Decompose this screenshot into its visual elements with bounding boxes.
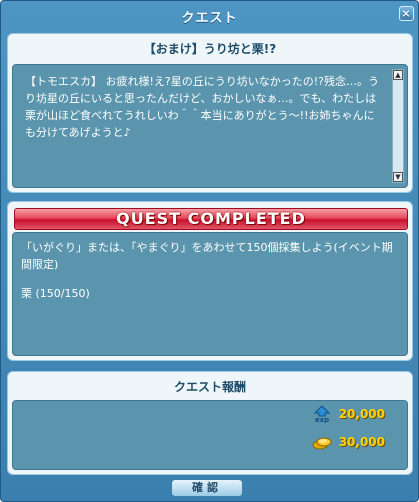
meso-reward-row: 30,000 <box>311 433 385 451</box>
dialog-scrollbar[interactable]: ▲ ▼ <box>392 69 404 183</box>
reward-header: クエスト報酬 <box>173 380 246 394</box>
quest-info-panel: 【おまけ】うり坊と栗!? 【トモエスカ】 お疲れ様!え?星の丘にうり坊いなかった… <box>7 33 413 193</box>
meso-reward-value: 30,000 <box>338 435 385 449</box>
quest-dialog-box: 【トモエスカ】 お疲れ様!え?星の丘にうり坊いなかったの!?残念…。うり坊星の丘… <box>12 64 408 188</box>
exp-reward-value: 20,000 <box>338 407 385 421</box>
reward-box: exp 20,000 30,000 <box>12 400 408 470</box>
scroll-down-icon[interactable]: ▼ <box>393 172 403 182</box>
quest-progress-count: 栗 (150/150) <box>21 287 90 300</box>
window-titlebar: クエスト × <box>1 1 418 31</box>
scroll-up-icon[interactable]: ▲ <box>393 70 403 80</box>
close-button[interactable]: × <box>399 6 414 21</box>
quest-progress-box: 「いがぐり」または、「やまぐり」をあわせて150個採集しよう(イベント期間限定)… <box>12 232 408 356</box>
quest-objective-text: 「いがぐり」または、「やまぐり」をあわせて150個採集しよう(イベント期間限定) <box>21 241 393 271</box>
quest-title: 【おまけ】うり坊と栗!? <box>143 42 277 56</box>
exp-reward-row: exp 20,000 <box>311 405 385 423</box>
confirm-button[interactable]: 確認 <box>171 479 243 497</box>
exp-icon: exp <box>313 405 330 423</box>
quest-reward-panel: クエスト報酬 exp 20,000 30,000 <box>7 371 413 475</box>
meso-icon <box>312 437 332 450</box>
quest-dialog-text: 【トモエスカ】 お疲れ様!え?星の丘にうり坊いなかったの!?残念…。うり坊星の丘… <box>25 75 379 139</box>
quest-window: クエスト × 【おまけ】うり坊と栗!? 【トモエスカ】 お疲れ様!え?星の丘にう… <box>0 0 419 502</box>
window-title: クエスト <box>181 10 238 26</box>
quest-progress-panel: QUEST COMPLETED 「いがぐり」または、「やまぐり」をあわせて150… <box>7 201 413 361</box>
quest-completed-banner: QUEST COMPLETED <box>14 208 408 230</box>
svg-text:exp: exp <box>315 416 329 423</box>
